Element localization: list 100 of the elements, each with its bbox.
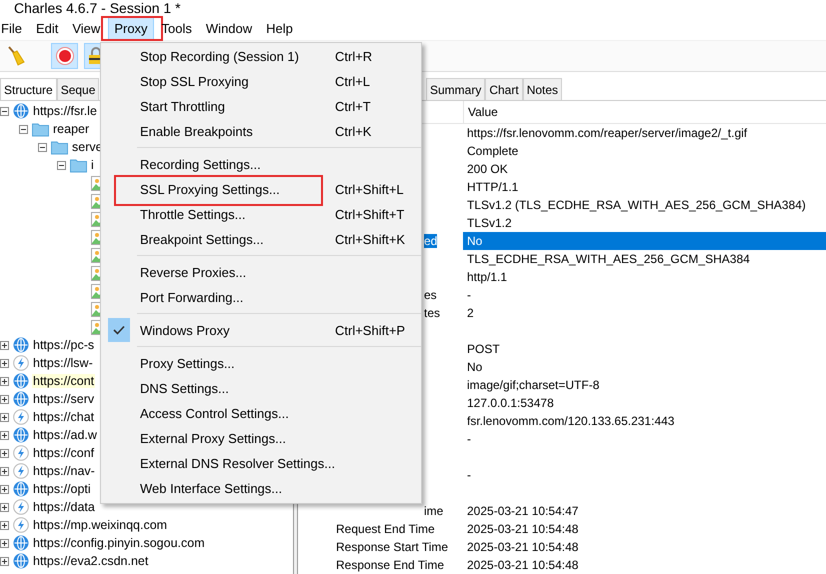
globe-icon (13, 535, 29, 551)
expand-toggle[interactable] (0, 520, 9, 530)
tree-item[interactable]: https://chat (32, 410, 96, 424)
menu-item[interactable]: Proxy Settings... (101, 356, 335, 371)
expand-toggle[interactable] (0, 484, 9, 494)
tree-item[interactable]: https://mp.weixinqq.com (32, 518, 168, 532)
menu-item[interactable]: Reverse Proxies... (101, 265, 335, 280)
table-cell: Response End Time (336, 558, 444, 572)
shortcut-label: Ctrl+K (335, 124, 372, 139)
table-cell: tes (424, 306, 440, 320)
menu-item[interactable]: View (66, 17, 106, 40)
record-icon (56, 47, 74, 65)
menu-item[interactable]: Start Throttling (101, 99, 335, 114)
expand-toggle[interactable] (0, 430, 9, 440)
table-cell-text: fsr.lenovomm.com/120.133.65.231:443 (466, 413, 676, 430)
expand-toggle[interactable] (0, 376, 9, 386)
menu-item[interactable]: Stop Recording (Session 1) (101, 49, 335, 64)
globe-icon (13, 373, 29, 389)
menu-item[interactable]: Web Interface Settings... (101, 481, 335, 496)
shortcut-label: Ctrl+T (335, 99, 371, 114)
tree-item[interactable]: i (90, 158, 95, 172)
tree-item[interactable]: https://serv (32, 392, 96, 406)
globe-icon (13, 427, 29, 443)
tree-item[interactable]: https://eva2.csdn.net (32, 554, 150, 568)
menu-item[interactable]: Enable Breakpoints (101, 124, 335, 139)
expand-toggle[interactable] (0, 466, 9, 476)
menu-item[interactable]: DNS Settings... (101, 381, 335, 396)
table-cell-text: image/gif;charset=UTF-8 (466, 377, 600, 394)
table-cell-text: TLSv1.2 (TLS_ECDHE_RSA_WITH_AES_256_GCM_SHA384) (466, 197, 807, 214)
expand-toggle[interactable] (0, 502, 9, 512)
menu-item[interactable]: Recording Settings... (101, 157, 335, 172)
table-cell-text: 127.0.0.1:53478 (466, 395, 555, 412)
expand-toggle[interactable] (0, 394, 9, 404)
menu-item[interactable]: SSL Proxying Settings... (101, 182, 335, 197)
tree-item[interactable]: https://conf (32, 446, 96, 460)
tree-item[interactable]: https://opti (32, 482, 92, 496)
table-cell-text: - (466, 287, 472, 304)
globe-icon (13, 391, 29, 407)
menu-item[interactable]: Help (260, 17, 299, 40)
expand-toggle[interactable] (0, 358, 9, 368)
table-cell: ed (424, 234, 438, 248)
tree-item[interactable]: https://pc-s (32, 338, 96, 352)
menu-item[interactable]: Breakpoint Settings... (101, 232, 335, 247)
menu-item[interactable]: Window (200, 17, 258, 40)
tab[interactable]: Summary (426, 78, 486, 100)
lightning-icon (13, 445, 29, 461)
tree-item[interactable]: https://cont (32, 374, 96, 388)
menu-item[interactable]: File (0, 17, 28, 40)
collapse-toggle[interactable] (38, 142, 47, 152)
table-cell-text: - (466, 467, 472, 484)
lightning-icon (13, 499, 29, 515)
tree-item[interactable]: https://fsr.le (32, 104, 98, 118)
table-cell-text: 2025-03-21 10:54:47 (466, 503, 580, 520)
menu-item[interactable]: Access Control Settings... (101, 406, 335, 421)
table-cell-text: No (466, 359, 484, 376)
column-header[interactable]: Value (463, 101, 826, 123)
menu-item[interactable]: Port Forwarding... (101, 290, 335, 305)
table-cell-text: TLS_ECDHE_RSA_WITH_AES_256_GCM_SHA384 (466, 251, 751, 268)
folder-icon (51, 140, 68, 154)
globe-icon (13, 481, 29, 497)
expand-toggle[interactable] (0, 556, 9, 566)
tree-item[interactable]: https://data (32, 500, 96, 514)
table-cell-text: http/1.1 (466, 269, 508, 286)
collapse-toggle[interactable] (19, 124, 28, 134)
table-cell-text: - (466, 431, 472, 448)
tree-item[interactable]: reaper (52, 122, 90, 136)
globe-icon (13, 103, 29, 119)
table-cell-text: 200 OK (466, 161, 509, 178)
table-cell-text: https://fsr.lenovomm.com/reaper/server/image2/_t.gif (466, 125, 748, 142)
menu-item[interactable]: Proxy (108, 17, 154, 40)
shortcut-label: Ctrl+Shift+T (335, 207, 404, 222)
table-cell: ime (424, 504, 444, 518)
shortcut-label: Ctrl+R (335, 49, 372, 64)
tab[interactable]: Seque (56, 78, 100, 100)
lightning-icon (13, 355, 29, 371)
tree-item[interactable]: https://ad.w (32, 428, 98, 442)
expand-toggle[interactable] (0, 448, 9, 458)
table-cell-text: TLSv1.2 (466, 215, 513, 232)
tab[interactable]: Notes (522, 78, 562, 100)
tree-item[interactable]: https://lsw- (32, 356, 94, 370)
menu-item[interactable]: Edit (30, 17, 64, 40)
collapse-toggle[interactable] (0, 106, 9, 116)
menu-item[interactable]: External DNS Resolver Settings... (101, 456, 336, 471)
lightning-icon (13, 463, 29, 479)
menu-item[interactable]: Windows Proxy (101, 323, 335, 338)
tab[interactable]: Structure (0, 78, 57, 100)
lightning-icon (13, 517, 29, 533)
menu-item[interactable]: External Proxy Settings... (101, 431, 335, 446)
globe-icon (13, 337, 29, 353)
globe-icon (13, 553, 29, 569)
table-cell-text: 2025-03-21 10:54:48 (466, 557, 580, 574)
menu-item[interactable]: Throttle Settings... (101, 207, 335, 222)
expand-toggle[interactable] (0, 340, 9, 350)
collapse-toggle[interactable] (57, 160, 66, 170)
tree-item[interactable]: https://nav- (32, 464, 96, 478)
menu-item[interactable]: Stop SSL Proxying (101, 74, 335, 89)
expand-toggle[interactable] (0, 412, 9, 422)
expand-toggle[interactable] (0, 538, 9, 548)
tab[interactable]: Chart (485, 78, 523, 100)
tree-item[interactable]: https://config.pinyin.sogou.com (32, 536, 206, 550)
